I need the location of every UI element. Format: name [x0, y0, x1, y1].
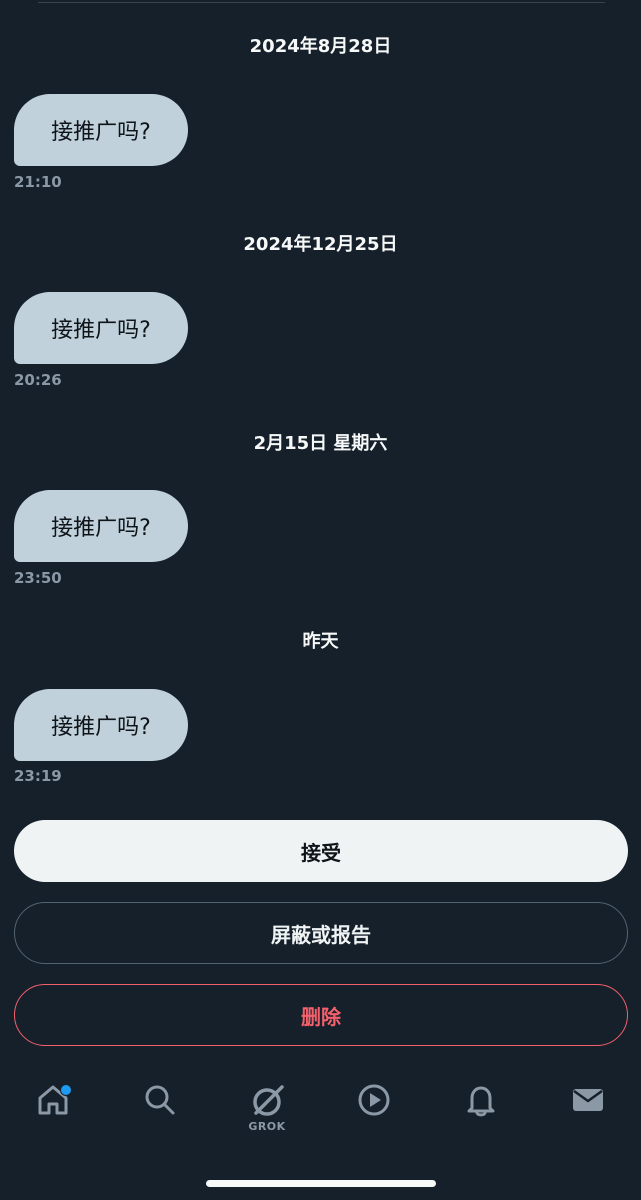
grok-label: GROK — [248, 1120, 286, 1133]
tab-messages[interactable] — [558, 1082, 618, 1142]
delete-button[interactable]: 删除 — [14, 984, 628, 1046]
date-separator: 2月15日 星期六 — [253, 433, 388, 454]
tab-grok[interactable]: GROK — [237, 1082, 297, 1142]
tab-notifications[interactable] — [451, 1082, 511, 1142]
message-time: 21:10 — [14, 173, 62, 191]
mail-icon — [573, 1089, 603, 1111]
tab-home[interactable] — [23, 1082, 83, 1142]
tab-video[interactable] — [344, 1082, 404, 1142]
message-time: 23:19 — [14, 767, 62, 785]
message-bubble[interactable]: 接推广吗? — [14, 689, 188, 761]
home-indicator — [206, 1180, 436, 1187]
search-icon — [145, 1085, 175, 1115]
bell-icon — [467, 1086, 495, 1117]
top-divider — [38, 2, 605, 3]
play-icon — [358, 1084, 390, 1116]
tab-search[interactable] — [130, 1082, 190, 1142]
notification-badge — [60, 1084, 72, 1096]
accept-button[interactable]: 接受 — [14, 820, 628, 882]
grok-icon — [253, 1085, 284, 1116]
date-separator: 2024年12月25日 — [243, 234, 398, 255]
message-bubble[interactable]: 接推广吗? — [14, 292, 188, 364]
date-separator: 2024年8月28日 — [249, 36, 392, 57]
message-time: 23:50 — [14, 569, 62, 587]
message-bubble[interactable]: 接推广吗? — [14, 490, 188, 562]
message-time: 20:26 — [14, 371, 62, 389]
block-or-report-button[interactable]: 屏蔽或报告 — [14, 902, 628, 964]
bottom-tab-bar: GROK — [0, 1070, 641, 1150]
message-bubble[interactable]: 接推广吗? — [14, 94, 188, 166]
date-separator: 昨天 — [302, 631, 339, 652]
